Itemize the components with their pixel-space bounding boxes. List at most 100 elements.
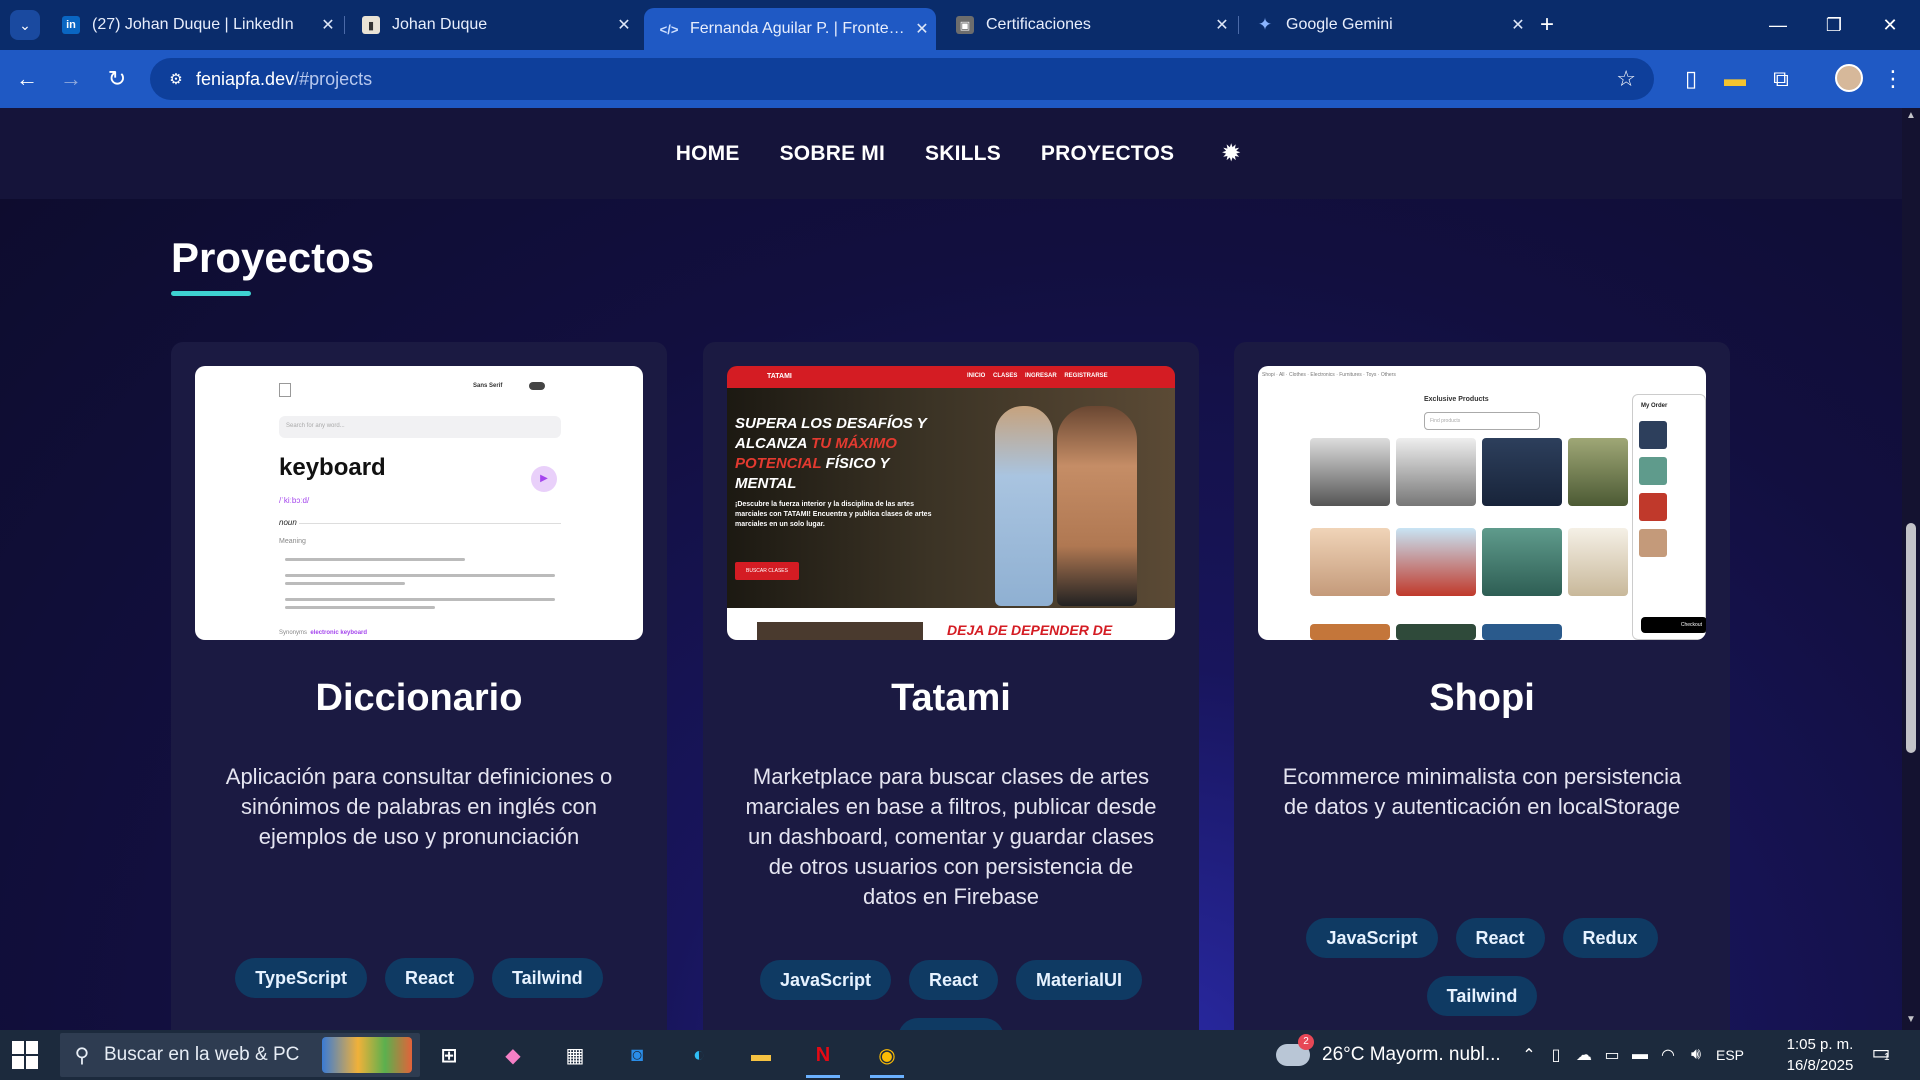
nav-skills[interactable]: SKILLS (925, 142, 1001, 166)
display-icon[interactable]: ▭ (1598, 1045, 1626, 1065)
taskbar-search[interactable]: ⚲ Buscar en la web & PC (60, 1033, 420, 1077)
close-tab-icon[interactable]: ✕ (908, 19, 936, 39)
footer-image (757, 622, 923, 640)
outlook-icon[interactable]: ◙ (612, 1035, 662, 1075)
volume-icon[interactable]: 🔊︎ (1682, 1046, 1710, 1064)
tab-search-button[interactable]: ⌄ (10, 10, 40, 40)
code-icon: </> (659, 21, 679, 37)
divider (299, 523, 561, 524)
tab-linkedin[interactable]: in (27) Johan Duque | LinkedIn ✕ (46, 8, 342, 42)
footer-heading: DEJA DE DEPENDER DE (947, 622, 1113, 638)
site-settings-icon[interactable]: ⚙ (156, 70, 196, 88)
product-image (1396, 624, 1476, 640)
reading-mode-icon[interactable]: ▯ (1676, 64, 1706, 94)
nav-home[interactable]: HOME (676, 142, 740, 166)
wifi-icon[interactable]: ◠ (1654, 1045, 1682, 1065)
close-window-button[interactable]: ✕ (1862, 0, 1918, 50)
tech-tag: Tailwind (492, 958, 603, 998)
copilot-icon[interactable]: ◆ (488, 1035, 538, 1075)
chevron-up-icon[interactable]: ⌃ (1516, 1045, 1542, 1065)
file-explorer-icon[interactable]: ▬ (736, 1035, 786, 1075)
search-placeholder: Buscar en la web & PC (104, 1044, 300, 1065)
definition-line (285, 582, 405, 585)
search-input: Search for any word... (279, 416, 561, 438)
close-tab-icon[interactable]: ✕ (1208, 15, 1236, 35)
task-view-icon[interactable]: ⊞ (424, 1035, 474, 1075)
tab-title: Google Gemini (1286, 16, 1393, 33)
close-tab-icon[interactable]: ✕ (1504, 15, 1532, 35)
tab-portfolio-active[interactable]: </> Fernanda Aguilar P. | Frontend Devel… (644, 8, 936, 50)
page-icon: ▮ (362, 16, 380, 34)
project-title: Tatami (891, 677, 1011, 719)
clock[interactable]: 1:05 p. m. 16/8/2025 (1774, 1034, 1866, 1076)
tech-tag: Tailwind (1426, 976, 1538, 1016)
order-item-image (1639, 457, 1667, 485)
clock-date: 16/8/2025 (1786, 1057, 1854, 1074)
close-tab-icon[interactable]: ✕ (314, 15, 342, 35)
netflix-icon[interactable]: N (798, 1035, 848, 1078)
scrollbar-thumb[interactable] (1906, 523, 1916, 753)
project-card-tatami: TATAMI INICIO CLASES INGRESAR REGISTRARS… (703, 342, 1199, 1030)
windows-logo-tile (12, 1056, 24, 1069)
project-screenshot[interactable]: Shopi · All · Clothes · Electronics · Fu… (1258, 366, 1706, 640)
project-screenshot[interactable]: TATAMI INICIO CLASES INGRESAR REGISTRARS… (727, 366, 1175, 640)
project-card-diccionario: Sans Serif Search for any word... keyboa… (171, 342, 667, 1030)
menu-kebab-icon[interactable]: ⋮ (1878, 64, 1908, 94)
bookmark-star-icon[interactable]: ☆ (1616, 66, 1636, 92)
address-bar[interactable]: ⚙ feniapfa.dev/#projects ☆ (150, 58, 1654, 100)
profile-avatar[interactable] (1835, 64, 1863, 92)
project-screenshot[interactable]: Sans Serif Search for any word... keyboa… (195, 366, 643, 640)
definition-line (285, 558, 465, 561)
project-title: Shopi (1429, 677, 1535, 719)
project-card-shopi: Shopi · All · Clothes · Electronics · Fu… (1234, 342, 1730, 1030)
synonym: electronic keyboard (310, 630, 368, 636)
tab-certificaciones[interactable]: ▣ Certificaciones ✕ (940, 8, 1236, 42)
product-image (1482, 528, 1562, 596)
order-item-image (1639, 421, 1667, 449)
nav-proyectos[interactable]: PROYECTOS (1041, 142, 1174, 166)
product-image (1568, 438, 1628, 506)
taskbar: ⚲ Buscar en la web & PC ⊞ ◆ ▦ ◙ ◐ ▬ N ◉ … (0, 1030, 1920, 1080)
tab-title: Fernanda Aguilar P. | Frontend Developer (690, 20, 908, 37)
linkedin-icon: in (62, 16, 80, 34)
product-image (1482, 438, 1562, 506)
forward-button[interactable]: → (56, 64, 86, 94)
theme-toggle-sun-icon[interactable]: ✹ (1216, 139, 1246, 169)
chrome-icon[interactable]: ◉ (862, 1035, 912, 1078)
scroll-up-icon[interactable]: ▲ (1902, 110, 1920, 121)
windows-start-button[interactable] (12, 1041, 40, 1069)
reload-button[interactable]: ↻ (102, 64, 132, 94)
restore-button[interactable]: ❐ (1806, 0, 1862, 50)
site-nav: HOME SOBRE MI SKILLS PROYECTOS ✹ (0, 108, 1902, 199)
tab-gemini[interactable]: ✦ Google Gemini ✕ (1240, 8, 1532, 42)
language-indicator[interactable]: ESP (1710, 1047, 1750, 1063)
weather-widget[interactable]: 2 26°C Mayorm. nubl... (1276, 1030, 1501, 1080)
product-image (1568, 528, 1628, 596)
onedrive-icon[interactable]: ☁ (1570, 1045, 1598, 1065)
weather-badge: 2 (1298, 1034, 1314, 1050)
notification-center-icon[interactable]: ▭ 1 (1866, 1040, 1896, 1070)
shop-heading: Exclusive Products (1424, 396, 1489, 403)
microsoft-store-icon[interactable]: ▦ (550, 1035, 600, 1075)
extensions-puzzle-icon[interactable]: ⧉ (1766, 64, 1796, 94)
scroll-down-icon[interactable]: ▼ (1902, 1014, 1920, 1025)
synonyms-label: Synonyms (279, 630, 308, 636)
close-tab-icon[interactable]: ✕ (610, 15, 638, 35)
phonetic: /ˈkiːbɔːd/ (279, 496, 310, 505)
extension-icon[interactable]: ▬ (1720, 64, 1750, 94)
tab-johan-duque[interactable]: ▮ Johan Duque ✕ (346, 8, 638, 42)
order-item-image (1639, 529, 1667, 557)
nav-sobre-mi[interactable]: SOBRE MI (780, 142, 885, 166)
new-tab-button[interactable]: + (1540, 10, 1554, 40)
battery-icon[interactable]: ▬ (1626, 1046, 1654, 1064)
arrow-right-icon: → (60, 66, 82, 91)
page-scrollbar[interactable]: ▲ ▼ (1902, 108, 1920, 1030)
back-button[interactable]: ← (12, 64, 42, 94)
tab-separator (1238, 16, 1239, 34)
project-description: Marketplace para buscar clases de artes … (745, 764, 1157, 909)
minimize-button[interactable]: — (1750, 0, 1806, 50)
page-icon: ▣ (956, 16, 974, 34)
edge-icon[interactable]: ◐ (674, 1035, 724, 1075)
device-icon[interactable]: ▯ (1542, 1045, 1570, 1065)
order-title: My Order (1641, 403, 1668, 409)
